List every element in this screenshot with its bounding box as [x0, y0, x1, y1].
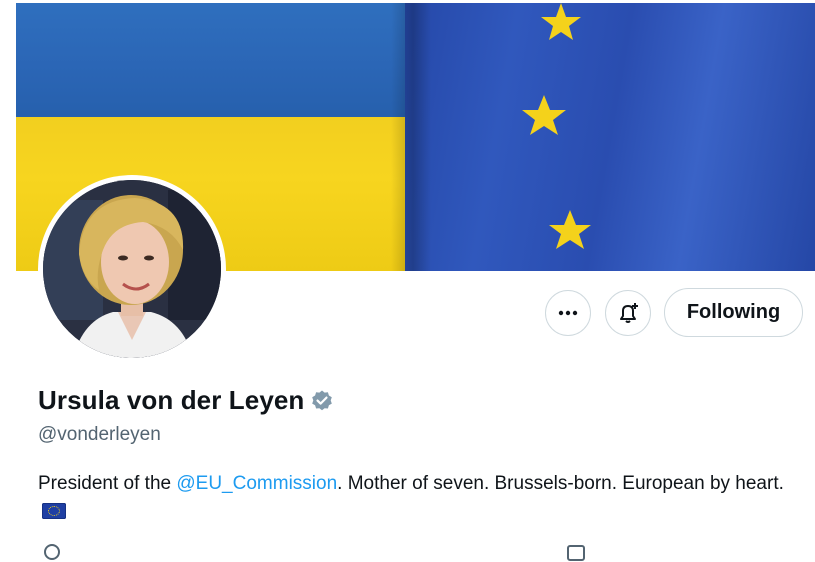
eu-flag-emoji-icon [42, 503, 66, 519]
calendar-icon [567, 545, 585, 561]
following-button[interactable]: Following [664, 288, 803, 337]
more-horizontal-icon [558, 310, 578, 316]
bio-text-prefix: President of the [38, 473, 177, 494]
page-edge [0, 0, 16, 548]
eu-star-icon [541, 3, 581, 40]
verified-badge-icon[interactable] [310, 389, 334, 413]
profile-meta-row [38, 536, 815, 561]
bio: President of the @EU_Commission. Mother … [38, 470, 798, 526]
more-button[interactable] [545, 290, 591, 336]
bio-text-suffix: . Mother of seven. Brussels-born. Europe… [337, 473, 784, 494]
display-name: Ursula von der Leyen [38, 385, 305, 415]
handle: @vonderleyen [38, 424, 161, 445]
eu-star-icon [549, 210, 591, 249]
eu-star-icon [522, 95, 566, 135]
avatar[interactable] [38, 175, 226, 363]
mention-link[interactable]: @EU_Commission [176, 473, 337, 494]
name-row: Ursula von der Leyen [38, 385, 334, 416]
notifications-button[interactable] [605, 290, 651, 336]
bell-plus-icon [620, 303, 638, 323]
avatar-photo [43, 180, 221, 358]
link-icon [44, 544, 60, 560]
profile-header: Following Ursula von der Leyen @vonderle… [0, 0, 815, 561]
